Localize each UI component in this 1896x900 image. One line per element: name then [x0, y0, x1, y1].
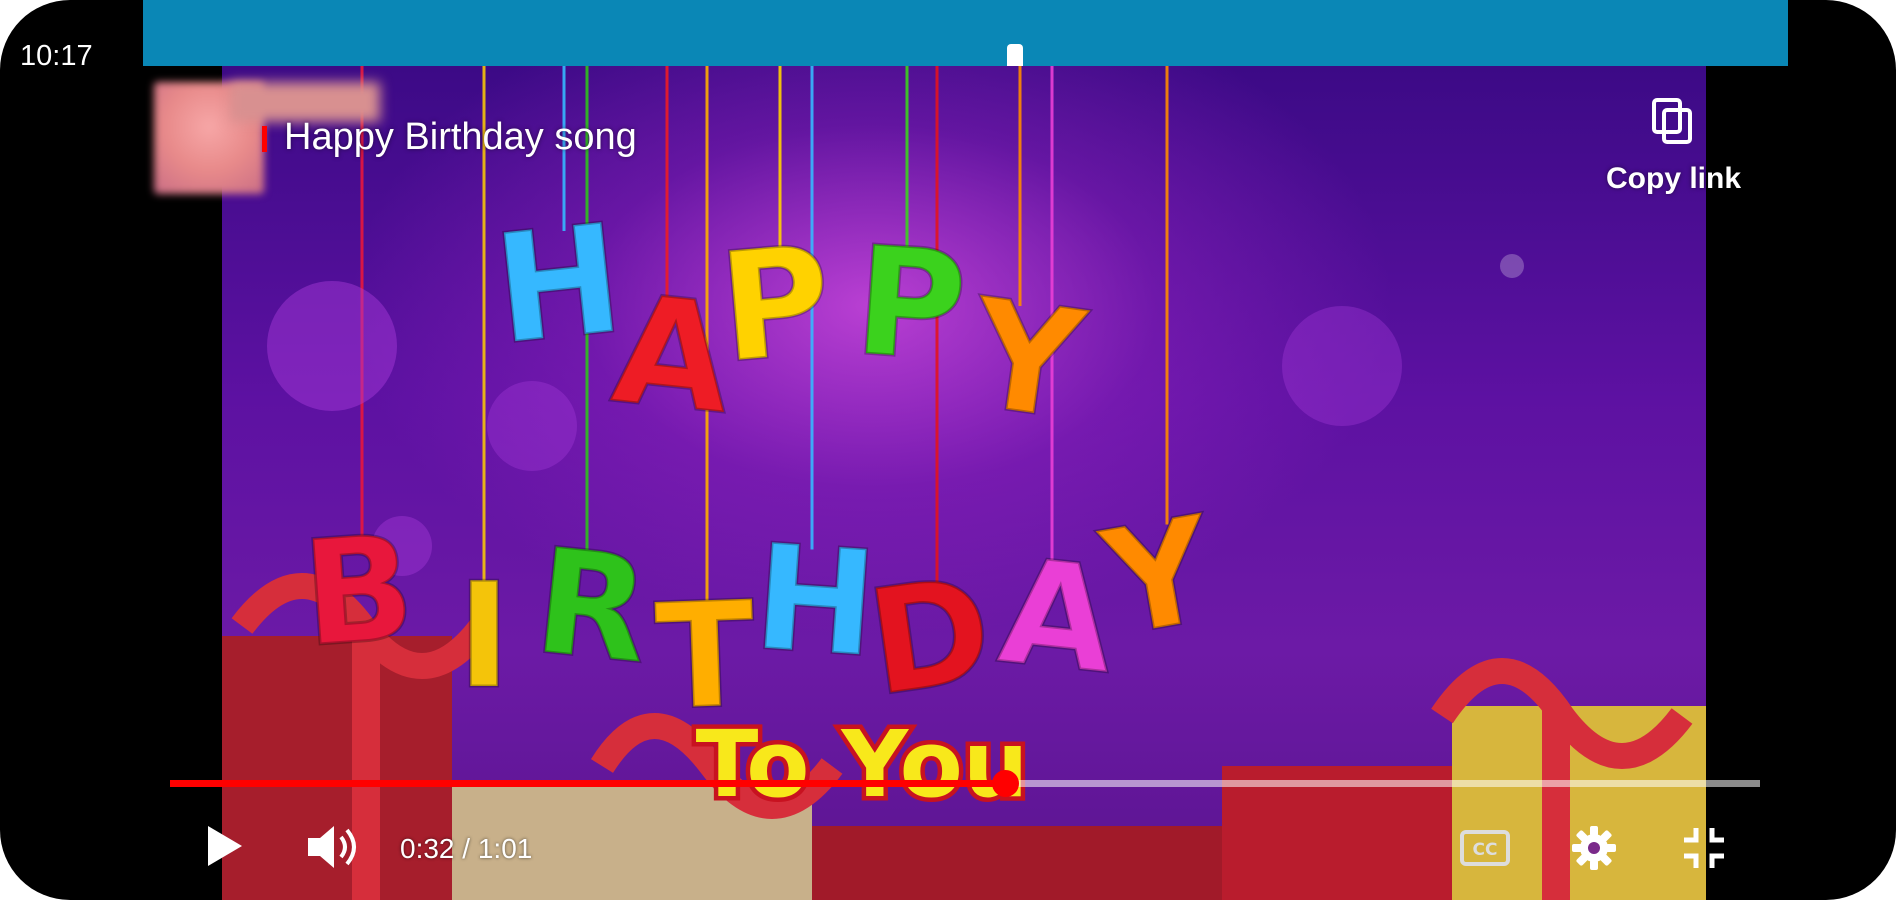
progress-bar[interactable] — [170, 770, 1760, 797]
artwork-letter: I — [457, 552, 511, 721]
status-bar — [143, 0, 1788, 70]
artwork-letter: Y — [959, 267, 1095, 455]
svg-text:CC: CC — [1473, 840, 1498, 860]
current-time: 0:32 — [400, 833, 455, 864]
video-player[interactable]: HAPPYBIRTHDAY To You — [222, 66, 1706, 900]
phone-screen: 10:17 HAPPYBIRTHDAY To You Happy Birthda… — [0, 0, 1896, 900]
video-artwork: HAP PYB I RTHDAY To You — [222, 66, 1706, 900]
copy-icon[interactable] — [1650, 96, 1696, 146]
artwork-letter: P — [713, 214, 838, 397]
gear-icon[interactable] — [1570, 824, 1618, 872]
artwork-to-you: To You — [696, 711, 1029, 818]
artwork-letter: P — [850, 215, 972, 396]
channel-logo-mark — [262, 126, 267, 152]
time-display: 0:32 / 1:01 — [400, 833, 533, 864]
progress-played — [170, 780, 1005, 787]
artwork-letter: R — [528, 517, 657, 697]
play-icon[interactable] — [204, 824, 244, 868]
volume-icon[interactable] — [304, 822, 360, 872]
duration: 1:01 — [477, 833, 533, 864]
scrubber-handle[interactable] — [991, 770, 1019, 797]
video-title[interactable]: Happy Birthday song — [284, 116, 637, 159]
copy-link-button[interactable]: Copy link — [1606, 162, 1741, 196]
closed-captions-icon[interactable]: CC — [1460, 830, 1510, 866]
status-time: 10:17 — [20, 40, 93, 72]
artwork-letter: D — [859, 545, 1002, 729]
artwork-letter: H — [487, 192, 630, 378]
exit-fullscreen-icon[interactable] — [1680, 824, 1728, 872]
artwork-letter: H — [749, 513, 882, 690]
artwork-letter: B — [298, 503, 420, 679]
